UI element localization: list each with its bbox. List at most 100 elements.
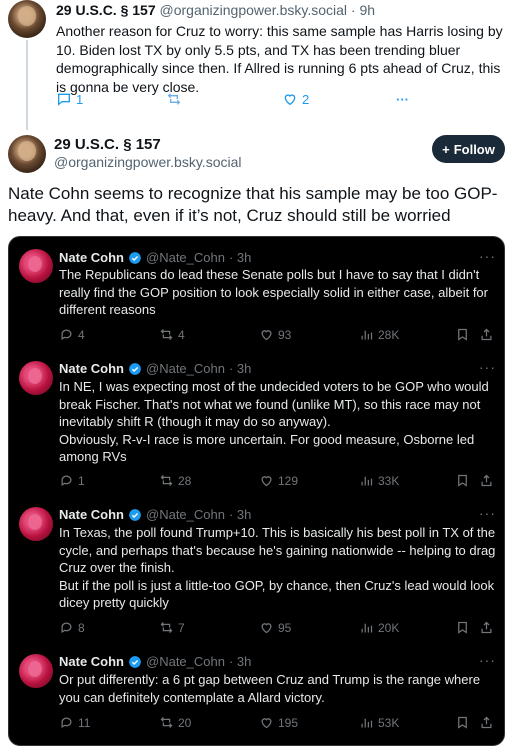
like-stat: 129: [259, 473, 298, 488]
analytics-icon: [361, 718, 373, 728]
post-text: Another reason for Cruz to worry: this s…: [56, 23, 503, 95]
follow-button[interactable]: + Follow: [432, 135, 505, 163]
thread-connector-line: [26, 40, 28, 130]
like-button[interactable]: 2: [282, 91, 309, 107]
share-icon: [481, 328, 492, 341]
repost-button[interactable]: [166, 91, 182, 107]
tweet-header: Nate Cohn @Nate_Cohn · 3h: [59, 654, 251, 669]
tweet-text: The Republicans do lead these Senate pol…: [59, 267, 488, 317]
tweet-text: Or put differently: a 6 pt gap between C…: [59, 672, 481, 705]
reply-count: 4: [78, 327, 85, 342]
analytics-icon: [361, 476, 373, 486]
reply-stat: 8: [59, 620, 85, 635]
bookmark-icon: [458, 716, 467, 729]
avatar: [19, 507, 53, 541]
reply-icon: [61, 622, 72, 634]
heart-icon: [261, 718, 272, 729]
author-name: Nate Cohn: [59, 654, 124, 669]
tweet-actions: 4 4 93 28K: [59, 327, 499, 343]
author-handle: @Nate_Cohn: [146, 250, 225, 265]
avatar: [19, 361, 53, 395]
repost-count: 28: [178, 473, 192, 488]
avatar[interactable]: [8, 135, 46, 173]
more-icon: ···: [479, 248, 496, 264]
embedded-screenshot[interactable]: Nate Cohn @Nate_Cohn · 3h ··· The Republ…: [8, 236, 505, 746]
author-handle[interactable]: @organizingpower.bsky.social: [160, 2, 348, 18]
tweet-time: · 3h: [228, 250, 252, 265]
tweet-actions: 11 20 195 53K: [59, 715, 499, 731]
repost-icon: [160, 717, 173, 728]
bookmark-stat: [455, 327, 470, 342]
views-stat: 33K: [359, 473, 399, 488]
views-count: 33K: [378, 473, 400, 488]
bookmark-stat: [455, 473, 470, 488]
analytics-icon: [361, 623, 373, 633]
author-handle: @Nate_Cohn: [146, 654, 225, 669]
share-icon: [481, 716, 492, 729]
bookmark-icon: [458, 621, 467, 634]
previous-post[interactable]: 29 U.S.C. § 157 @organizingpower.bsky.so…: [0, 0, 512, 130]
more-icon: ···: [479, 359, 496, 375]
reply-icon: [61, 475, 72, 487]
more-icon: ···: [479, 505, 496, 521]
share-stat: [479, 620, 494, 635]
repost-count: 7: [178, 620, 185, 635]
repost-stat: 20: [159, 715, 191, 730]
reply-count: 1: [78, 473, 85, 488]
views-count: 53K: [378, 715, 400, 730]
author-handle[interactable]: @organizingpower.bsky.social: [54, 154, 242, 170]
author-name: Nate Cohn: [59, 250, 124, 265]
repost-stat: 7: [159, 620, 185, 635]
ellipsis-icon: ···: [396, 91, 409, 107]
author-name: Nate Cohn: [59, 507, 124, 522]
share-stat: [479, 473, 494, 488]
like-count: 2: [302, 91, 310, 107]
reply-icon: [58, 93, 70, 106]
post-time[interactable]: · 9h: [351, 2, 375, 18]
tweet-time: · 3h: [228, 654, 252, 669]
avatar[interactable]: [8, 0, 46, 38]
repost-icon: [167, 93, 181, 105]
repost-stat: 28: [159, 473, 191, 488]
verified-badge-icon: [129, 655, 141, 668]
views-count: 28K: [378, 327, 400, 342]
post-text: Nate Cohn seems to recognize that his sa…: [8, 184, 498, 225]
heart-icon: [261, 623, 272, 634]
repost-count: 4: [178, 327, 185, 342]
avatar: [19, 249, 53, 283]
analytics-icon: [361, 330, 373, 340]
reply-count: 11: [78, 715, 91, 730]
verified-badge-icon: [129, 251, 141, 264]
reply-button[interactable]: 1: [56, 91, 83, 107]
author-handle: @Nate_Cohn: [146, 507, 225, 522]
heart-icon: [284, 94, 296, 106]
views-stat: 53K: [359, 715, 399, 730]
share-icon: [481, 621, 492, 634]
tweet-header: Nate Cohn @Nate_Cohn · 3h: [59, 507, 251, 522]
repost-icon: [160, 475, 173, 486]
repost-icon: [160, 622, 173, 633]
views-count: 20K: [378, 620, 400, 635]
bookmark-icon: [458, 474, 467, 487]
author-name[interactable]: 29 U.S.C. § 157: [56, 2, 156, 18]
author-name[interactable]: 29 U.S.C. § 157: [54, 136, 161, 153]
views-stat: 20K: [359, 620, 399, 635]
tweet-text: In NE, I was expecting most of the undec…: [59, 379, 489, 464]
repost-icon: [160, 329, 173, 340]
tweet-header: Nate Cohn @Nate_Cohn · 3h: [59, 250, 251, 265]
author-handle: @Nate_Cohn: [146, 361, 225, 376]
more-icon: ···: [479, 652, 496, 668]
avatar: [19, 654, 53, 688]
bookmark-stat: [455, 620, 470, 635]
like-stat: 93: [259, 327, 291, 342]
tweet-time: · 3h: [228, 507, 252, 522]
heart-icon: [261, 330, 272, 341]
views-stat: 28K: [359, 327, 399, 342]
more-options-button[interactable]: ···: [396, 92, 409, 107]
reply-count: 8: [78, 620, 85, 635]
reply-stat: 4: [59, 327, 85, 342]
reply-stat: 11: [59, 715, 90, 730]
verified-badge-icon: [129, 508, 141, 521]
plus-icon: +: [442, 141, 450, 157]
heart-icon: [261, 476, 272, 487]
